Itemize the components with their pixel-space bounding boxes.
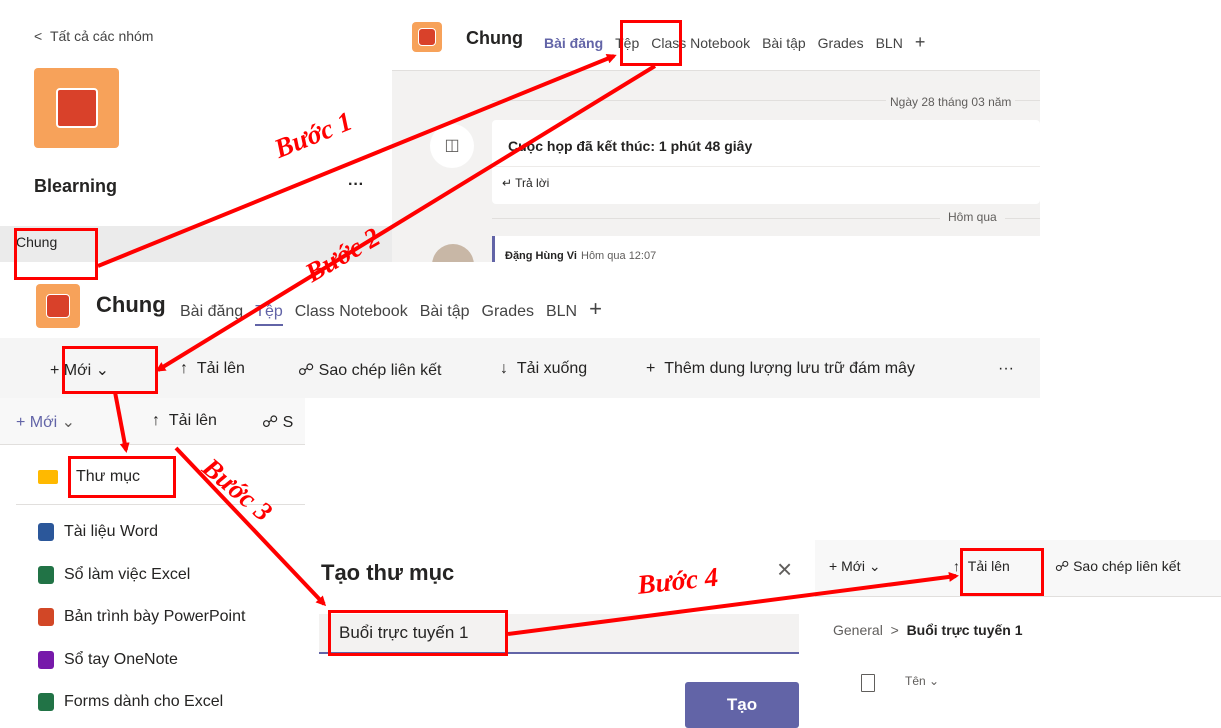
meeting-card: Cuộc họp đã kết thúc: 1 phút 48 giây ↵ T…: [492, 120, 1040, 204]
column-header-name[interactable]: Tên ⌄: [905, 674, 939, 688]
tab-grades[interactable]: Grades: [482, 303, 534, 320]
tab-grades[interactable]: Grades: [818, 35, 864, 51]
file-icon: [861, 674, 875, 692]
word-icon: [38, 523, 54, 541]
plus-icon: +: [829, 558, 842, 574]
chevron-down-icon: ⌄: [57, 414, 76, 431]
new-button[interactable]: + Mới ⌄: [16, 412, 75, 432]
copy-link-button[interactable]: ☍ Sao chép liên kết: [298, 360, 441, 380]
channel-title: Chung: [466, 28, 523, 48]
meeting-icon: ◫: [430, 124, 474, 168]
tab-bln[interactable]: BLN: [876, 35, 903, 51]
add-tab-icon[interactable]: +: [589, 296, 602, 321]
post-author: Đặng Hùng Vi: [505, 250, 577, 262]
powerpoint-icon: [38, 608, 54, 626]
excel-icon: [38, 566, 54, 584]
upload-icon: ↑: [180, 360, 197, 377]
tab-bar: Bài đăng Tệp Class Notebook Bài tập Grades BL…: [180, 296, 614, 326]
tab-bln[interactable]: BLN: [546, 303, 577, 320]
reply-icon: ↵: [502, 176, 516, 190]
add-tab-icon[interactable]: +: [915, 32, 926, 52]
channel-icon: [412, 22, 442, 52]
chevron-down-icon: ⌄: [865, 558, 881, 574]
add-storage-button[interactable]: + Thêm dung lượng lưu trữ đám mây: [646, 360, 915, 378]
highlight-new-button: [62, 346, 158, 394]
menu-toolbar: + Mới ⌄ ↑ Tải lên ☍ S: [0, 398, 305, 445]
onenote-icon: [38, 651, 54, 669]
chevron-down-icon: ⌄: [925, 674, 940, 688]
tab-files[interactable]: Tệp: [255, 303, 283, 326]
new-button[interactable]: + Mới ⌄: [829, 558, 881, 575]
tab-posts[interactable]: Bài đăng: [180, 303, 243, 320]
download-icon: ↓: [500, 360, 517, 377]
more-options-icon[interactable]: ···: [998, 360, 1014, 378]
reply-link[interactable]: ↵ Trả lời: [502, 176, 549, 190]
post-time: Hôm qua 12:07: [581, 250, 657, 262]
channel-title: Chung: [96, 292, 166, 317]
new-menu-panel: + Mới ⌄ ↑ Tải lên ☍ S Thư mục Tài liệu W…: [0, 398, 305, 728]
tab-class-notebook[interactable]: Class Notebook: [295, 303, 408, 320]
yesterday-label: Hôm qua: [940, 210, 1005, 224]
chevron-left-icon: <: [34, 28, 50, 44]
folder-icon: [38, 470, 58, 484]
menu-item-forms-excel[interactable]: Forms dành cho Excel: [0, 681, 305, 723]
tab-bar: Bài đăng Tệp Class Notebook Bài tập Grades BL…: [544, 32, 937, 53]
posts-window: Chung Bài đăng Tệp Class Notebook Bài tập Gr…: [392, 0, 1043, 286]
menu-item-onenote[interactable]: Sổ tay OneNote: [0, 639, 305, 681]
breadcrumb-current: Buổi trực tuyến 1: [906, 622, 1023, 638]
plus-icon: +: [646, 360, 665, 377]
download-button[interactable]: ↓ Tải xuống: [500, 360, 587, 378]
tab-assignments[interactable]: Bài tập: [762, 35, 806, 51]
back-to-all-teams[interactable]: < Tất cả các nhóm: [34, 28, 153, 44]
highlight-folder-item: [68, 456, 176, 498]
tab-posts[interactable]: Bài đăng: [544, 35, 603, 51]
link-icon: ☍: [298, 362, 319, 379]
chevron-right-icon: >: [886, 622, 903, 638]
copy-link-button[interactable]: ☍ Sao chép liên kết: [1055, 558, 1180, 575]
upload-button[interactable]: ↑ Tải lên: [152, 412, 217, 430]
upload-button[interactable]: ↑ Tải lên: [180, 360, 245, 378]
upload-icon: ↑: [152, 412, 169, 429]
channel-icon: [36, 284, 80, 328]
tab-assignments[interactable]: Bài tập: [420, 303, 470, 320]
highlight-folder-name: [328, 610, 508, 656]
menu-item-excel[interactable]: Sổ làm việc Excel: [0, 554, 305, 596]
close-icon[interactable]: ×: [777, 554, 792, 585]
dialog-title: Tạo thư mục: [321, 560, 455, 585]
breadcrumb: General > Buổi trực tuyến 1: [833, 622, 1023, 638]
forms-excel-icon: [38, 693, 54, 711]
copy-link-button[interactable]: ☍ S: [262, 412, 293, 432]
team-avatar: [34, 68, 119, 148]
more-options-icon[interactable]: ···: [348, 176, 364, 194]
highlight-upload-button: [960, 548, 1044, 596]
breadcrumb-root[interactable]: General: [833, 622, 883, 638]
menu-item-powerpoint[interactable]: Bản trình bày PowerPoint: [0, 596, 305, 638]
highlight-files-tab: [620, 20, 682, 66]
meeting-ended-text: Cuộc họp đã kết thúc: 1 phút 48 giây: [508, 138, 753, 154]
link-icon: ☍: [262, 414, 283, 431]
create-button[interactable]: Tạo: [685, 682, 799, 728]
plus-icon: +: [16, 414, 30, 431]
team-name: Blearning: [34, 176, 118, 196]
highlight-channel: [14, 228, 98, 280]
link-icon: ☍: [1055, 558, 1074, 574]
date-label: Ngày 28 tháng 03 năm: [886, 95, 1016, 109]
